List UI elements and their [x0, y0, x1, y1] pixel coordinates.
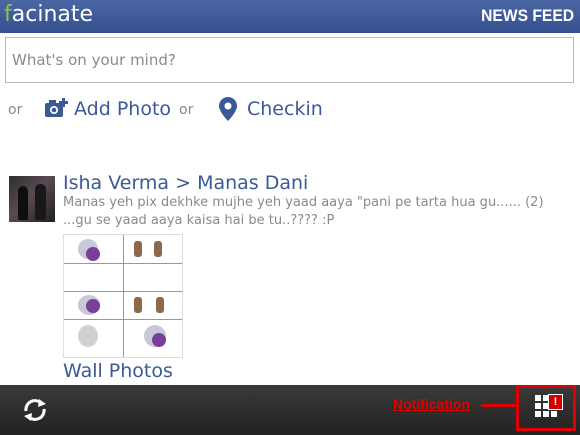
checkin-button[interactable]: Checkin [219, 95, 323, 123]
composer-actions: or Add Photo or Checkin [0, 95, 580, 125]
bottom-toolbar [0, 385, 580, 435]
post-message: Manas yeh pix dekhke mujhe yeh yaad aaya… [63, 195, 544, 228]
avatar[interactable] [9, 176, 55, 222]
post-author[interactable]: Isha Verma > Manas Dani [63, 172, 308, 194]
annotation-line [481, 404, 518, 407]
add-photo-label: Add Photo [74, 98, 172, 120]
logo-text: acinate [11, 2, 94, 27]
top-bar: facinate NEWS FEED [0, 0, 580, 33]
logo-letter: f [4, 2, 12, 27]
post-photo[interactable] [63, 234, 183, 358]
map-pin-icon [219, 97, 237, 121]
or-label: or [179, 102, 194, 118]
camera-plus-icon [45, 98, 68, 117]
status-input[interactable] [6, 38, 573, 82]
add-photo-button[interactable]: Add Photo [44, 95, 171, 123]
notification-annotation: Notification [393, 396, 470, 412]
notification-badge: ! [548, 394, 563, 410]
checkin-label: Checkin [247, 98, 323, 120]
refresh-icon[interactable] [22, 398, 48, 422]
page-title: NEWS FEED [481, 6, 574, 25]
album-link[interactable]: Wall Photos [63, 360, 173, 382]
status-composer[interactable] [5, 37, 574, 83]
app-logo: facinate [4, 2, 93, 27]
or-label: or [8, 102, 23, 118]
